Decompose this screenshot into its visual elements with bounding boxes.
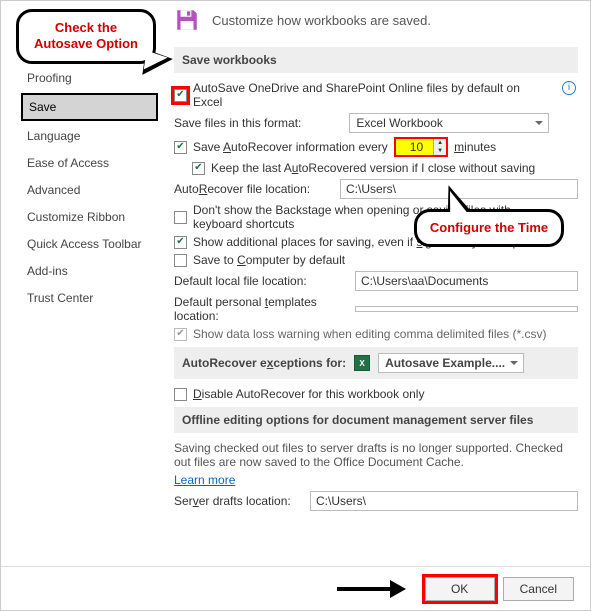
disable-autorecover-label: Disable AutoRecover for this workbook on… [193, 387, 424, 401]
section-label: AutoRecover exceptions for: [182, 356, 346, 370]
callout-time: Configure the Time [414, 209, 564, 247]
info-icon[interactable]: i [562, 81, 576, 95]
section-autorecover-exceptions: AutoRecover exceptions for: X Autosave E… [174, 347, 578, 379]
callout-autosave: Check the Autosave Option [16, 9, 156, 64]
default-local-input[interactable]: C:\Users\aa\Documents [355, 271, 578, 291]
additional-places-checkbox[interactable] [174, 236, 187, 249]
save-icon [174, 7, 200, 33]
save-format-select[interactable]: Excel Workbook [349, 113, 549, 133]
options-sidebar: Proofing Save Language Ease of Access Ad… [1, 1, 166, 556]
server-drafts-label: Server drafts location: [174, 494, 304, 508]
excel-file-icon: X [354, 355, 370, 371]
disable-autorecover-checkbox[interactable] [174, 388, 187, 401]
sidebar-item-ease-of-access[interactable]: Ease of Access [21, 151, 166, 175]
sidebar-item-trust-center[interactable]: Trust Center [21, 286, 166, 310]
server-drafts-input[interactable]: C:\Users\ [310, 491, 578, 511]
autorecover-checkbox[interactable] [174, 141, 187, 154]
sidebar-item-label: Ease of Access [27, 156, 109, 170]
exceptions-workbook-value: Autosave Example.... [385, 356, 505, 370]
sidebar-item-label: Advanced [27, 183, 80, 197]
dialog-button-bar: OK Cancel [1, 566, 590, 610]
autorecover-minutes-value: 10 [396, 139, 433, 155]
csv-warning-label: Show data loss warning when editing comm… [193, 327, 547, 341]
sidebar-item-customize-ribbon[interactable]: Customize Ribbon [21, 205, 166, 229]
sidebar-item-save[interactable]: Save [21, 93, 158, 121]
exceptions-workbook-select[interactable]: Autosave Example.... [378, 353, 524, 373]
sidebar-item-label: Customize Ribbon [27, 210, 125, 224]
autorecover-label-pre: Save AutoRecover information every [193, 140, 388, 154]
options-main-panel: Customize how workbooks are saved. Save … [166, 1, 590, 556]
autorecover-label-post: minutes [454, 140, 496, 154]
spinner-buttons[interactable]: ▲▼ [433, 139, 446, 155]
offline-note: Saving checked out files to server draft… [174, 441, 578, 469]
cancel-button[interactable]: Cancel [503, 577, 574, 601]
sidebar-item-label: Trust Center [27, 291, 93, 305]
ok-button[interactable]: OK [425, 577, 495, 601]
callout-tail-fill [144, 51, 168, 73]
autorecover-minutes-spinner[interactable]: 10 ▲▼ [394, 137, 448, 157]
sidebar-item-label: Quick Access Toolbar [27, 237, 142, 251]
sidebar-item-advanced[interactable]: Advanced [21, 178, 166, 202]
ar-location-label: AutoRecover file location: [174, 182, 334, 196]
keep-last-label: Keep the last AutoRecovered version if I… [211, 161, 535, 175]
autosave-checkbox[interactable] [174, 89, 187, 102]
save-to-computer-checkbox[interactable] [174, 254, 187, 267]
sidebar-item-quick-access-toolbar[interactable]: Quick Access Toolbar [21, 232, 166, 256]
sidebar-item-language[interactable]: Language [21, 124, 166, 148]
annotation-arrow-icon [337, 582, 417, 596]
save-format-label: Save files in this format: [174, 116, 301, 130]
page-description: Customize how workbooks are saved. [212, 13, 431, 28]
keep-last-checkbox[interactable] [192, 162, 205, 175]
default-templates-label: Default personal templates location: [174, 295, 349, 323]
default-templates-input[interactable] [355, 306, 578, 312]
sidebar-item-label: Add-ins [27, 264, 68, 278]
sidebar-item-add-ins[interactable]: Add-ins [21, 259, 166, 283]
learn-more-link[interactable]: Learn more [174, 473, 235, 487]
autosave-label: AutoSave OneDrive and SharePoint Online … [193, 81, 533, 109]
section-offline: Offline editing options for document man… [174, 407, 578, 433]
save-to-computer-label: Save to Computer by default [193, 253, 345, 267]
save-format-value: Excel Workbook [356, 116, 442, 130]
section-save-workbooks: Save workbooks [174, 47, 578, 73]
csv-warning-checkbox[interactable] [174, 328, 187, 341]
sidebar-item-label: Save [29, 100, 56, 114]
sidebar-item-label: Language [27, 129, 80, 143]
no-backstage-checkbox[interactable] [174, 211, 187, 224]
sidebar-item-label: Proofing [27, 71, 72, 85]
default-local-label: Default local file location: [174, 274, 349, 288]
